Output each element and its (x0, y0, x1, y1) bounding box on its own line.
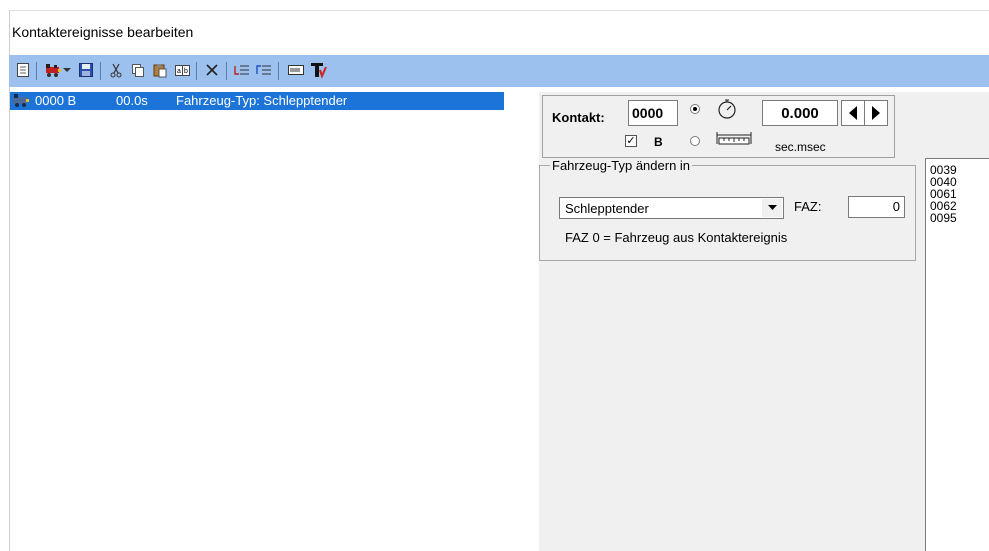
time-input[interactable]: 0.000 (762, 100, 838, 126)
list-item[interactable]: 0095 (930, 212, 957, 224)
delete-icon[interactable] (201, 59, 223, 81)
event-description: Fahrzeug-Typ: Schlepptender (176, 93, 348, 108)
time-mode-radio[interactable] (690, 104, 700, 114)
kontakt-label: Kontakt: (552, 110, 605, 125)
chevron-down-icon[interactable] (762, 199, 782, 217)
faz-note: FAZ 0 = Fahrzeug aus Kontaktereignis (565, 230, 788, 245)
b-checkbox-label: B (654, 135, 663, 149)
replace-icon[interactable]: ab (171, 59, 193, 81)
faz-input[interactable]: 0 (848, 196, 905, 218)
unit-label: sec.msec (775, 140, 826, 154)
text-tool-icon[interactable] (307, 59, 329, 81)
stopwatch-icon (716, 98, 738, 123)
arrow-left-icon (849, 106, 857, 120)
svg-text:b: b (184, 68, 188, 75)
contact-list[interactable]: 0039 0040 0061 0062 0095 (925, 158, 989, 551)
list-item[interactable]: 0000 B 00.0s Fahrzeug-Typ: Schlepptender (10, 92, 504, 110)
cut-icon[interactable] (105, 59, 127, 81)
group-legend: Fahrzeug-Typ ändern in (550, 158, 693, 173)
dropdown-arrow-icon[interactable] (61, 59, 73, 81)
insert-before-icon[interactable] (231, 59, 253, 81)
time-increment-button[interactable] (864, 100, 888, 126)
window-title: Kontaktereignisse bearbeiten (12, 24, 194, 40)
toolbar: ab (9, 55, 989, 87)
display-icon[interactable] (285, 59, 307, 81)
svg-text:a: a (177, 68, 181, 75)
b-checkbox[interactable]: ✓ (625, 135, 637, 147)
window-border (10, 10, 989, 11)
distance-mode-radio[interactable] (690, 136, 700, 146)
paste-icon[interactable] (149, 59, 171, 81)
copy-icon[interactable] (127, 59, 149, 81)
event-time: 00.0s (116, 93, 148, 108)
save-icon[interactable] (75, 59, 97, 81)
ruler-icon (716, 130, 752, 149)
event-list[interactable] (10, 92, 530, 551)
arrow-right-icon (872, 106, 880, 120)
locomotive-icon (12, 93, 30, 108)
time-decrement-button[interactable] (841, 100, 865, 126)
kontakt-input[interactable]: 0000 (628, 100, 678, 126)
event-number: 0000 B (35, 93, 77, 108)
vehicle-type-value: Schlepptender (565, 201, 649, 216)
new-document-icon[interactable] (12, 59, 34, 81)
faz-label: FAZ: (794, 199, 822, 214)
insert-after-icon[interactable] (253, 59, 275, 81)
